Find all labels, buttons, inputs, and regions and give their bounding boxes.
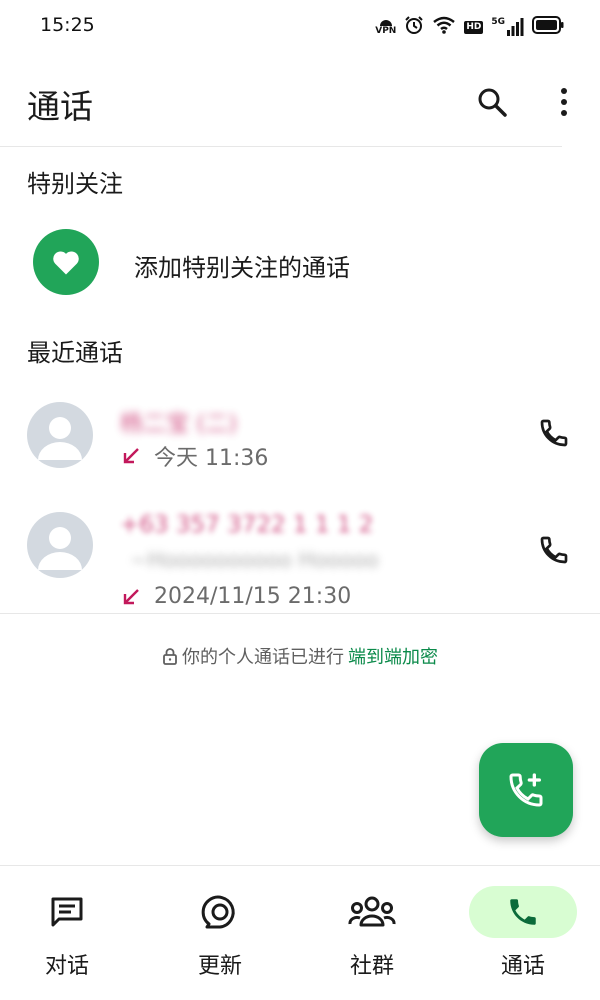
heart-icon: [53, 251, 79, 275]
contact-subtitle: ~Hoooooooooo Hooooo: [130, 548, 379, 572]
vpn-icon: VPN: [375, 19, 396, 36]
battery-icon: [532, 16, 564, 38]
missed-call-arrow-icon: [123, 588, 139, 604]
nav-label: 更新: [197, 954, 242, 979]
nav-item-chats[interactable]: 对话: [0, 883, 142, 993]
avatar: [27, 512, 93, 578]
favorites-section-title: 特别关注: [27, 170, 123, 198]
add-favorite-item[interactable]: 添加特别关注的通话: [0, 220, 600, 306]
chats-icon: [51, 897, 83, 927]
search-icon: [478, 88, 507, 117]
calls-icon: [510, 899, 536, 925]
page-title: 通话: [27, 87, 93, 126]
alarm-icon: [404, 15, 424, 39]
encryption-text: 你的个人通话已进行: [182, 647, 344, 668]
call-meta: 今天 11:36: [120, 440, 268, 472]
list-divider: [0, 613, 600, 614]
status-time: 15:25: [40, 14, 95, 36]
add-call-icon: [509, 773, 543, 807]
call-list-item[interactable]: 杨二宝 (二) 今天 11:36: [0, 390, 520, 490]
phone-icon: [540, 536, 568, 564]
call-button[interactable]: [532, 528, 576, 572]
add-favorite-label: 添加特别关注的通话: [134, 254, 350, 282]
network-label: 5G: [491, 17, 505, 27]
add-favorite-avatar: [33, 229, 99, 295]
avatar: [27, 402, 93, 468]
header-divider: [0, 146, 562, 147]
communities-icon: [348, 896, 396, 927]
call-time: 2024/11/15 21:30: [154, 584, 352, 609]
hd-badge: HD: [464, 20, 484, 34]
missed-call-arrow-icon: [123, 448, 139, 464]
encryption-link[interactable]: 端到端加密: [348, 643, 438, 669]
nav-label: 对话: [44, 954, 89, 979]
vpn-label: VPN: [375, 25, 397, 36]
call-list-item[interactable]: +63 357 3722 1 1 1 2 ~Hoooooooooo Hooooo…: [0, 500, 520, 612]
nav-divider: [0, 865, 600, 866]
nav-icon-container: [166, 886, 274, 938]
nav-label: 社群: [349, 954, 394, 979]
nav-icon-container: [469, 886, 577, 938]
call-meta: 2024/11/15 21:30: [120, 584, 351, 609]
updates-icon: [201, 895, 235, 929]
status-icons: VPN HD 5G: [375, 15, 564, 39]
contact-name: 杨二宝 (二): [120, 411, 238, 437]
nav-icon-container: [13, 886, 121, 938]
lock-icon: [163, 648, 177, 665]
search-button[interactable]: [470, 80, 514, 124]
new-call-fab[interactable]: [479, 743, 573, 837]
call-button[interactable]: [532, 411, 576, 455]
phone-icon: [540, 419, 568, 447]
nav-item-updates[interactable]: 更新: [145, 883, 295, 993]
more-options-button[interactable]: [544, 80, 584, 124]
wifi-icon: [432, 16, 456, 38]
recent-section-title: 最近通话: [27, 339, 123, 367]
signal-icon: 5G: [491, 18, 524, 36]
nav-label: 通话: [500, 954, 545, 979]
call-time: 今天 11:36: [154, 446, 269, 471]
nav-item-calls[interactable]: 通话: [448, 883, 598, 993]
more-vert-icon: [561, 88, 567, 116]
contact-number: +63 357 3722 1 1 1 2: [120, 512, 374, 538]
nav-item-communities[interactable]: 社群: [297, 883, 447, 993]
nav-icon-container: [318, 886, 426, 938]
encryption-note: 你的个人通话已进行 端到端加密: [0, 643, 600, 669]
